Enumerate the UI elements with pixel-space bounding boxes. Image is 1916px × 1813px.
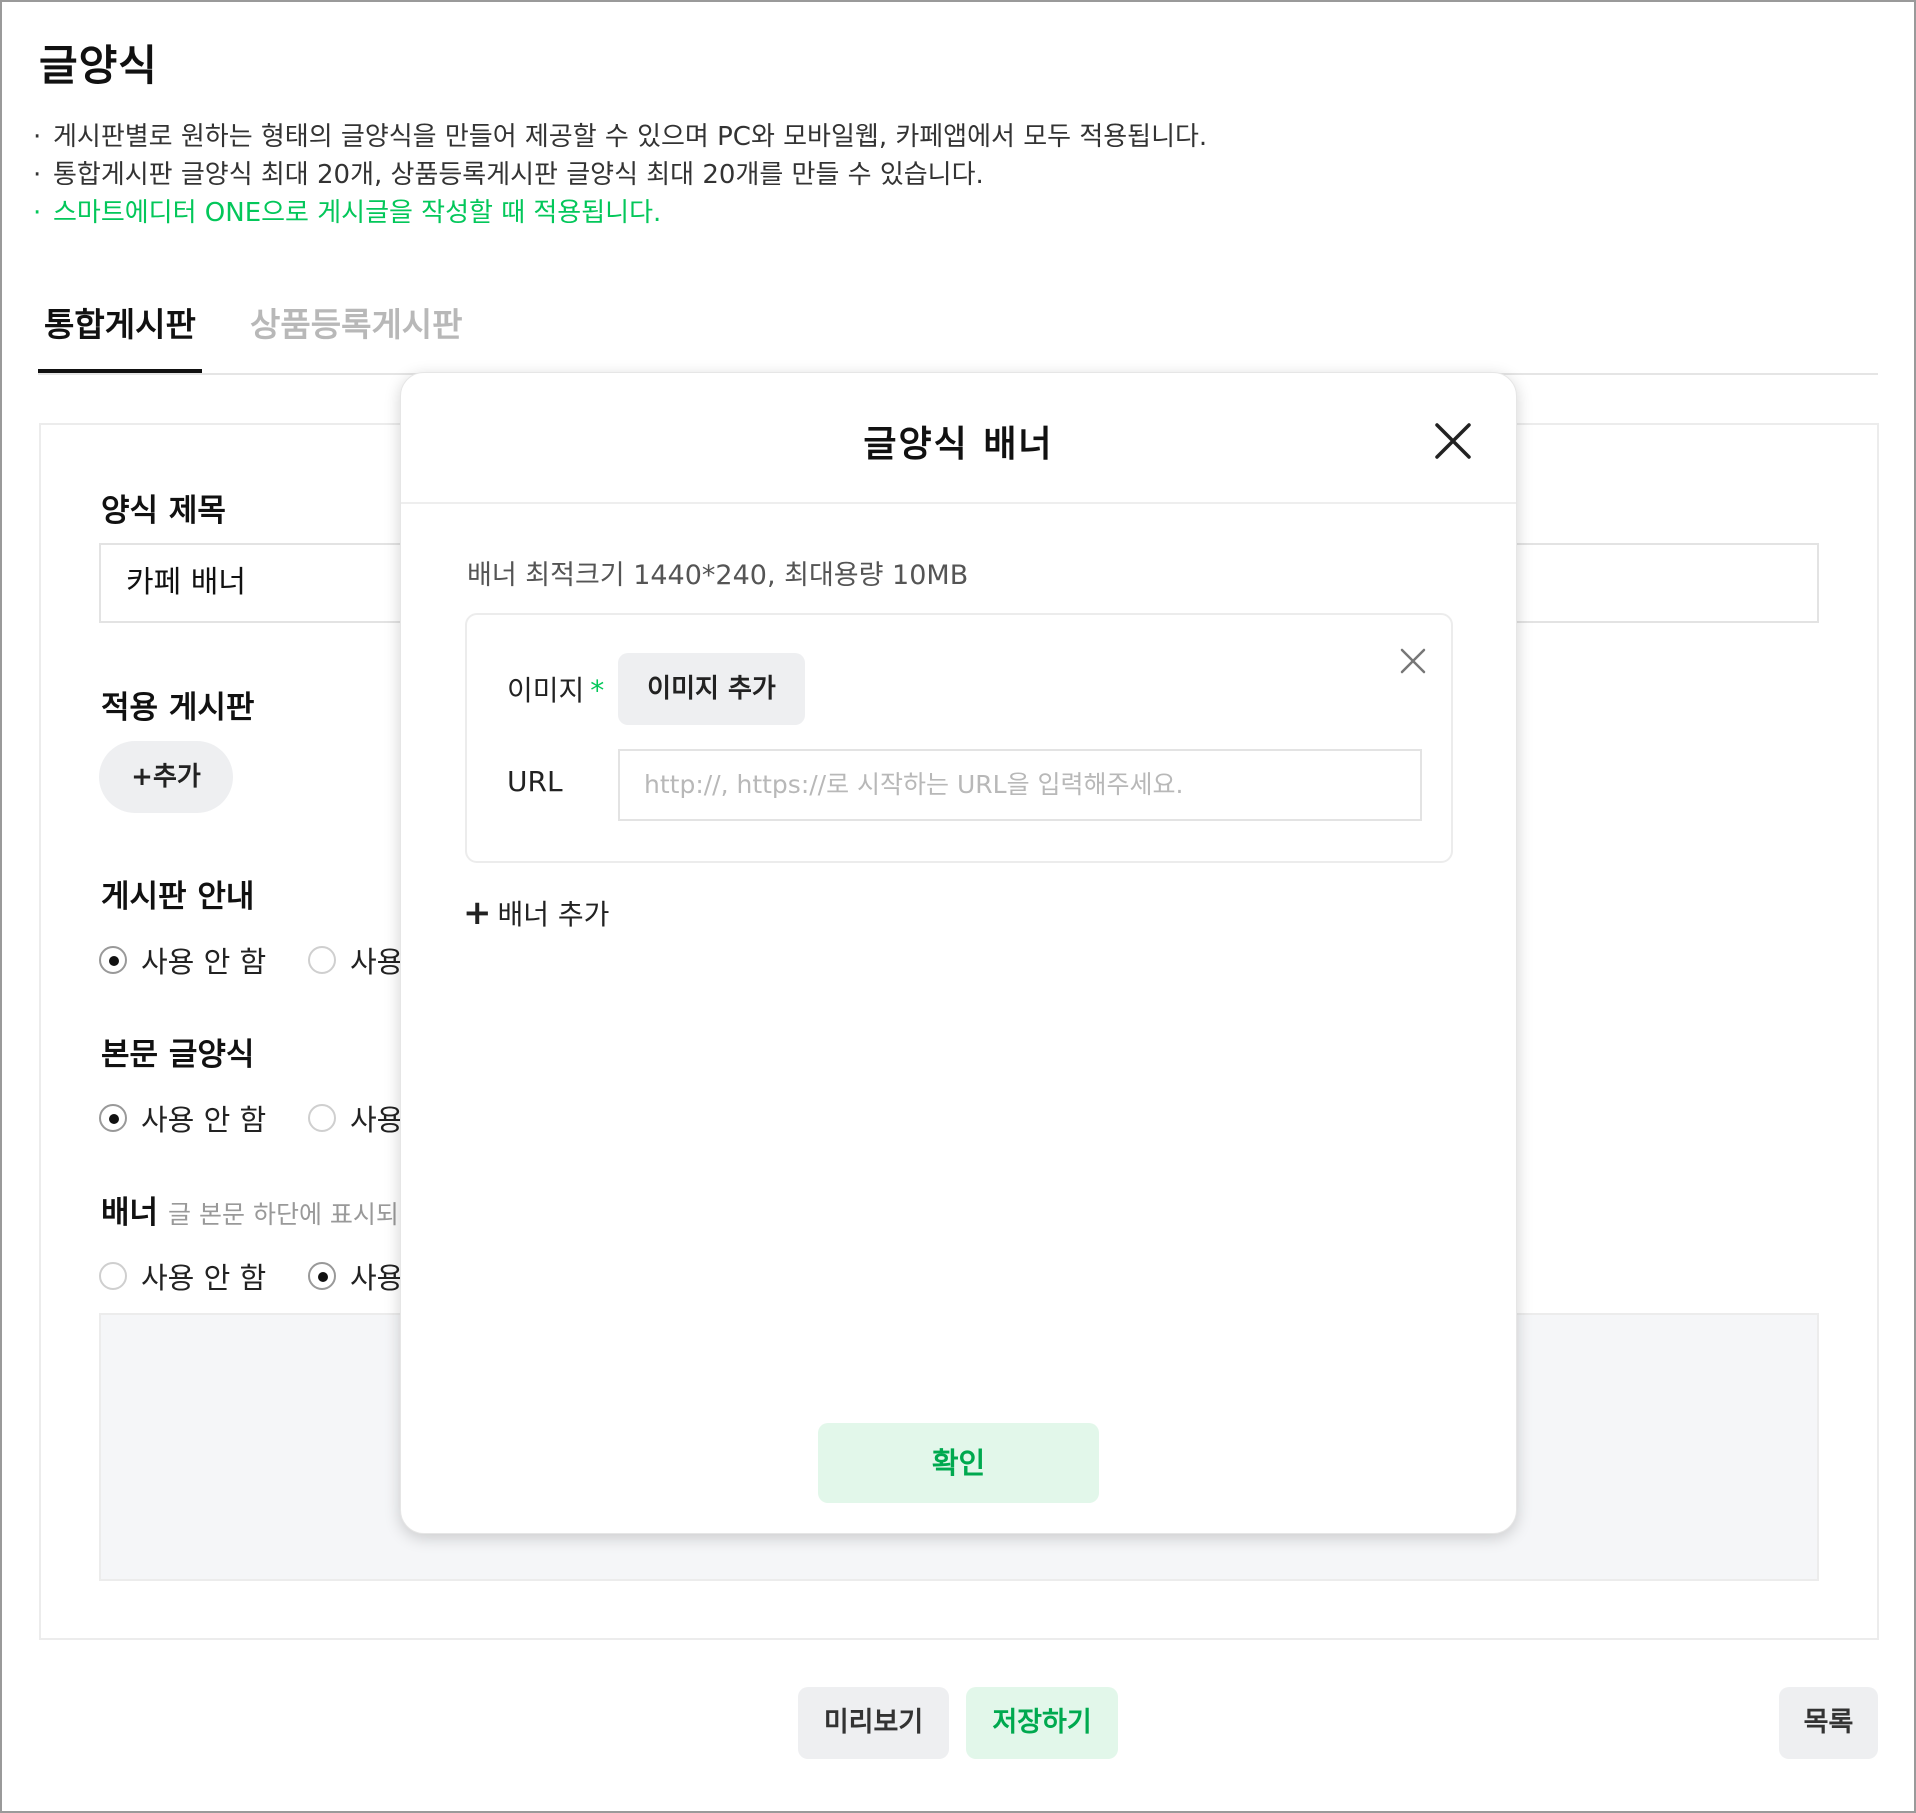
body-template-label: 본문 글양식 [101,1037,255,1073]
add-banner-button[interactable]: + 배너 추가 [463,893,609,933]
banner-sub-label: 글 본문 하단에 표시되 [168,1200,399,1229]
preview-button[interactable]: 미리보기 [798,1687,949,1759]
board-label: 적용 게시판 [101,690,255,726]
save-button[interactable]: 저장하기 [966,1687,1118,1759]
radio-unchecked-icon [99,1262,127,1290]
title-label: 양식 제목 [101,493,226,529]
list-button[interactable]: 목록 [1779,1687,1878,1759]
radio-unchecked-icon [308,946,336,974]
board-tabs: 통합게시판 상품등록게시판 [38,300,1878,375]
page-title: 글양식 [39,41,158,90]
plus-icon: + [463,893,492,933]
confirm-button[interactable]: 확인 [818,1423,1099,1503]
note-1: · 게시판별로 원하는 형태의 글양식을 만들어 제공할 수 있으며 PC와 모바… [33,122,1208,152]
notes: · 게시판별로 원하는 형태의 글양식을 만들어 제공할 수 있으며 PC와 모바… [33,118,1207,232]
radio-checked-icon [99,1104,127,1132]
banner-size-hint: 배너 최적크기 1440*240, 최대용량 10MB [467,560,969,591]
radio-checked-icon [308,1262,336,1290]
tab-product-board[interactable]: 상품등록게시판 [244,300,469,373]
url-label: URL [507,765,563,798]
image-label: 이미지 * [507,674,605,707]
guide-radio-on[interactable]: 사용 [308,939,403,981]
banner-item-box: 이미지 * 이미지 추가 URL http://, https://로 시작하는 … [465,613,1453,863]
radio-unchecked-icon [308,1104,336,1132]
tab-integrated-board[interactable]: 통합게시판 [38,300,202,373]
banner-radio-off[interactable]: 사용 안 함 [99,1255,266,1297]
note-3: · 스마트에디터 ONE으로 게시글을 작성할 때 적용됩니다. [33,198,662,228]
banner-modal: 글양식 배너 배너 최적크기 1440*240, 최대용량 10MB 이미지 * … [400,372,1517,1534]
banner-radio-on[interactable]: 사용 [308,1255,403,1297]
body-radio-on[interactable]: 사용 [308,1097,403,1139]
required-mark: * [590,674,605,707]
modal-header: 글양식 배너 [401,373,1516,504]
guide-radio-off[interactable]: 사용 안 함 [99,939,266,981]
guide-label: 게시판 안내 [101,879,255,915]
radio-checked-icon [99,946,127,974]
close-icon[interactable] [1399,647,1427,675]
url-input[interactable]: http://, https://로 시작하는 URL을 입력해주세요. [618,749,1422,821]
modal-title: 글양식 배너 [863,424,1054,465]
board-add-button[interactable]: +추가 [99,741,233,813]
body-radio-off[interactable]: 사용 안 함 [99,1097,266,1139]
banner-label: 배너 글 본문 하단에 표시되 [101,1195,399,1231]
close-icon[interactable] [1433,421,1473,461]
note-2: · 통합게시판 글양식 최대 20개, 상품등록게시판 글양식 최대 20개를 만… [33,160,984,190]
image-add-button[interactable]: 이미지 추가 [618,653,805,725]
